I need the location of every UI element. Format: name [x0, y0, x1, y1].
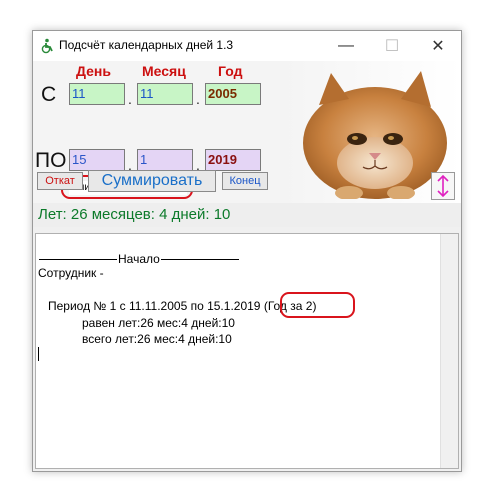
month-header: Месяц	[142, 63, 186, 79]
from-year-field[interactable]: 2005	[205, 83, 261, 105]
wheelchair-icon	[41, 38, 53, 54]
end-button[interactable]: Конец	[222, 172, 268, 190]
start-label: Начало	[118, 252, 160, 266]
sum-button[interactable]: Суммировать	[88, 170, 216, 192]
close-button[interactable]: ✕	[415, 31, 461, 61]
to-year-field[interactable]: 2019	[205, 149, 261, 171]
expand-toggle-button[interactable]	[431, 172, 455, 200]
day-header: День	[76, 63, 111, 79]
cancel-button[interactable]: Откат	[37, 172, 83, 190]
text-cursor	[38, 347, 39, 361]
title-bar: Подсчёт календарных дней 1.3 — ☐ ✕	[33, 31, 461, 61]
year-header: Год	[218, 63, 243, 79]
from-month-field[interactable]: 11	[137, 83, 193, 105]
highlight-oval	[280, 292, 355, 318]
window-title: Подсчёт календарных дней 1.3	[59, 38, 234, 52]
employee-line: Сотрудник -	[38, 266, 104, 280]
to-label: ПО	[35, 149, 67, 172]
divider	[39, 259, 117, 261]
up-down-arrow-icon	[437, 174, 449, 198]
minimize-button[interactable]: —	[323, 31, 369, 61]
separator-dot: .	[128, 91, 132, 107]
vertical-scrollbar[interactable]	[440, 234, 458, 468]
output-textarea[interactable]: Начало Сотрудник - Период № 1 с 11.11.20…	[35, 233, 459, 469]
from-label: С	[41, 83, 57, 106]
to-month-field[interactable]: 1	[137, 149, 193, 171]
start-line: Начало	[38, 252, 240, 266]
total-line: всего лет:26 мес:4 дней:10	[82, 332, 232, 346]
app-window: Подсчёт календарных дней 1.3 — ☐ ✕ День …	[32, 30, 462, 472]
maximize-button[interactable]: ☐	[369, 31, 415, 61]
from-day-field[interactable]: 11	[69, 83, 125, 105]
divider	[160, 259, 239, 261]
result-summary: Лет: 26 месяцев: 4 дней: 10	[33, 203, 461, 227]
period-text: Период № 1 с 11.11.2005 по 15.1.2019	[48, 299, 261, 313]
period-line: Период № 1 с 11.11.2005 по 15.1.2019 (Го…	[48, 299, 316, 313]
separator-dot: .	[196, 91, 200, 107]
to-day-field[interactable]: 15	[69, 149, 125, 171]
equal-line: равен лет:26 мес:4 дней:10	[82, 316, 235, 330]
